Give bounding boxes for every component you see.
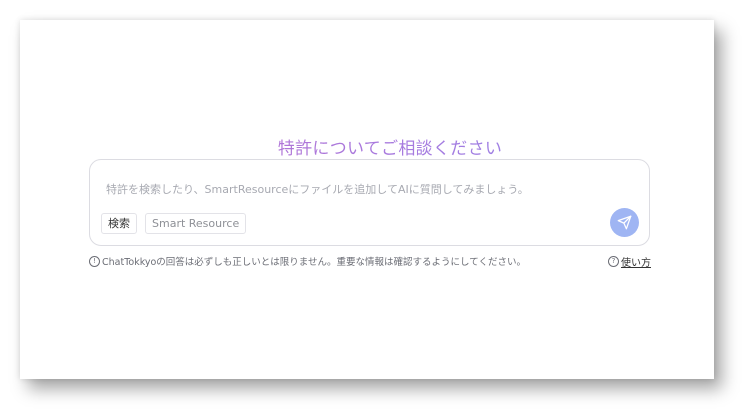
smart-resource-button[interactable]: Smart Resource (145, 213, 247, 234)
chat-input[interactable] (106, 180, 606, 198)
help-link-label[interactable]: 使い方 (621, 254, 651, 269)
help-link[interactable]: ? 使い方 (608, 254, 651, 269)
disclaimer: ! ChatTokkyoの回答は必ずしも正しいとは限りません。重要な情報は確認す… (89, 254, 526, 268)
question-circle-icon: ? (608, 256, 619, 267)
page-title: 特許についてご相談ください (20, 134, 755, 159)
send-button[interactable] (610, 208, 639, 237)
app-window: 特許についてご相談ください 検索 Smart Resource ! ChatTo… (20, 20, 714, 379)
search-toggle-button[interactable]: 検索 (101, 213, 137, 234)
chat-composer: 検索 Smart Resource (89, 159, 650, 246)
info-circle-icon: ! (89, 255, 100, 267)
disclaimer-text: ChatTokkyoの回答は必ずしも正しいとは限りません。重要な情報は確認するよ… (102, 257, 526, 268)
page-background: 特許についてご相談ください 検索 Smart Resource ! ChatTo… (0, 0, 755, 420)
paper-plane-icon (617, 215, 632, 230)
